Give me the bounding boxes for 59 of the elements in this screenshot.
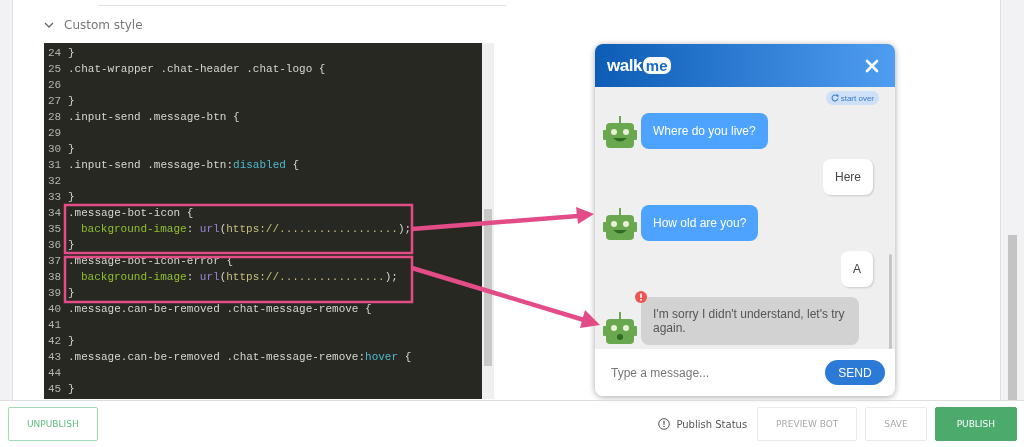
footer-button[interactable]: UNPUBLISH bbox=[8, 407, 98, 441]
line-number: 35 bbox=[48, 222, 63, 237]
code-line: } bbox=[68, 142, 75, 157]
chat-bubble: Here bbox=[823, 159, 873, 195]
code-line: .input-send .message-btn { bbox=[68, 110, 240, 125]
code-line: } bbox=[68, 334, 75, 349]
scrollbar[interactable] bbox=[482, 43, 494, 399]
start-over-button[interactable]: start over bbox=[825, 91, 879, 105]
close-icon[interactable] bbox=[865, 58, 879, 73]
chat-bubble: How old are you? bbox=[641, 205, 759, 241]
line-number: 33 bbox=[48, 190, 63, 205]
line-number: 41 bbox=[48, 318, 63, 333]
line-number: 43 bbox=[48, 350, 63, 365]
chevron-icon[interactable] bbox=[44, 20, 54, 30]
line-number: 31 bbox=[48, 158, 63, 173]
chat-bubble: Where do you live? bbox=[641, 113, 768, 149]
code-line: .message.can-be-removed .chat-message-remove:hover { bbox=[68, 350, 412, 365]
code-line: .message.can-be-removed .chat-message-remove { bbox=[68, 302, 372, 317]
line-number: 24 bbox=[48, 46, 63, 61]
line-number: 44 bbox=[48, 366, 63, 381]
code-line: } bbox=[68, 238, 75, 253]
line-number: 28 bbox=[48, 110, 63, 125]
line-number: 32 bbox=[48, 174, 63, 189]
chat-bubble: I'm sorry I didn't understand, let's try again. bbox=[641, 297, 859, 345]
scrollbar[interactable] bbox=[889, 254, 892, 349]
code-line: } bbox=[68, 94, 75, 109]
code-line: background-image: url(https://................); bbox=[80, 270, 398, 285]
line-number: 42 bbox=[48, 334, 63, 349]
code-line: .message-bot-icon { bbox=[68, 206, 194, 221]
footer-button[interactable]: PUBLISH bbox=[934, 407, 1017, 441]
section-title: Custom style bbox=[64, 18, 143, 32]
line-number: 30 bbox=[48, 142, 63, 157]
code-line: } bbox=[68, 46, 75, 61]
chat-bubble: A bbox=[841, 251, 873, 287]
alert-icon bbox=[635, 291, 647, 303]
line-number: 27 bbox=[48, 94, 63, 109]
line-number: 34 bbox=[48, 206, 63, 221]
message-input[interactable]: Type a message... bbox=[609, 364, 825, 381]
send-button[interactable]: SEND bbox=[825, 360, 885, 385]
line-number: 45 bbox=[48, 382, 63, 397]
line-number: 36 bbox=[48, 238, 63, 253]
code-line: } bbox=[68, 382, 75, 397]
code-line: background-image: url(https://..................); bbox=[80, 222, 412, 237]
info-icon bbox=[658, 418, 671, 430]
logo: walk me bbox=[607, 55, 671, 76]
code-line: .input-send .message-btn:disabled { bbox=[68, 158, 300, 173]
code-line: .chat-wrapper .chat-header .chat-logo { bbox=[68, 62, 326, 77]
code-line: } bbox=[68, 190, 75, 205]
line-number: 39 bbox=[48, 286, 63, 301]
code-editor[interactable] bbox=[44, 43, 494, 399]
code-line: } bbox=[68, 286, 75, 301]
line-number: 29 bbox=[48, 126, 63, 141]
refresh-icon bbox=[830, 94, 839, 102]
line-number: 25 bbox=[48, 62, 63, 77]
line-number: 38 bbox=[48, 270, 63, 285]
publish-status-label: Publish Status bbox=[676, 418, 748, 430]
line-number: 37 bbox=[48, 254, 63, 269]
line-number: 26 bbox=[48, 78, 63, 93]
line-number: 40 bbox=[48, 302, 63, 317]
